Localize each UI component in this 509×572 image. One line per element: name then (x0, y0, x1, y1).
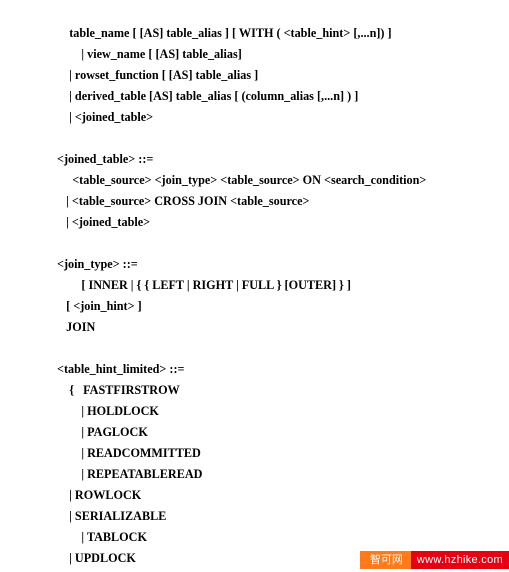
code-line: [ INNER | { { LEFT | RIGHT | FULL } [OUT… (57, 278, 351, 292)
code-line: | READCOMMITTED (57, 446, 201, 460)
code-line: | <joined_table> (57, 215, 150, 229)
code-line: | TABLOCK (57, 530, 147, 544)
code-line: | <joined_table> (57, 110, 153, 124)
code-line: | PAGLOCK (57, 425, 148, 439)
code-line: JOIN (57, 320, 95, 334)
watermark-badge-url: www.hzhike.com (411, 551, 509, 569)
watermark-badge: 智可网 www.hzhike.com (360, 551, 509, 569)
code-line: | SERIALIZABLE (57, 509, 166, 523)
code-line: table_name [ [AS] table_alias ] [ WITH (… (57, 26, 392, 40)
code-line: | UPDLOCK (57, 551, 136, 565)
code-line: | rowset_function [ [AS] table_alias ] (57, 68, 258, 82)
sql-syntax-block: table_name [ [AS] table_alias ] [ WITH (… (57, 2, 426, 572)
code-line: { FASTFIRSTROW (57, 383, 180, 397)
code-line: <table_hint_limited> ::= (57, 362, 184, 376)
code-line: <table_source> <join_type> <table_source… (57, 173, 426, 187)
watermark-badge-name: 智可网 (360, 551, 411, 569)
code-line: | view_name [ [AS] table_alias] (57, 47, 242, 61)
page-root: table_name [ [AS] table_alias ] [ WITH (… (0, 0, 509, 572)
code-line: | derived_table [AS] table_alias [ (colu… (57, 89, 358, 103)
code-line: | <table_source> CROSS JOIN <table_sourc… (57, 194, 309, 208)
code-line: <join_type> ::= (57, 257, 138, 271)
code-line: <joined_table> ::= (57, 152, 153, 166)
code-line: | HOLDLOCK (57, 404, 159, 418)
code-line: | ROWLOCK (57, 488, 141, 502)
code-line: | REPEATABLEREAD (57, 467, 202, 481)
code-line: [ <join_hint> ] (57, 299, 142, 313)
